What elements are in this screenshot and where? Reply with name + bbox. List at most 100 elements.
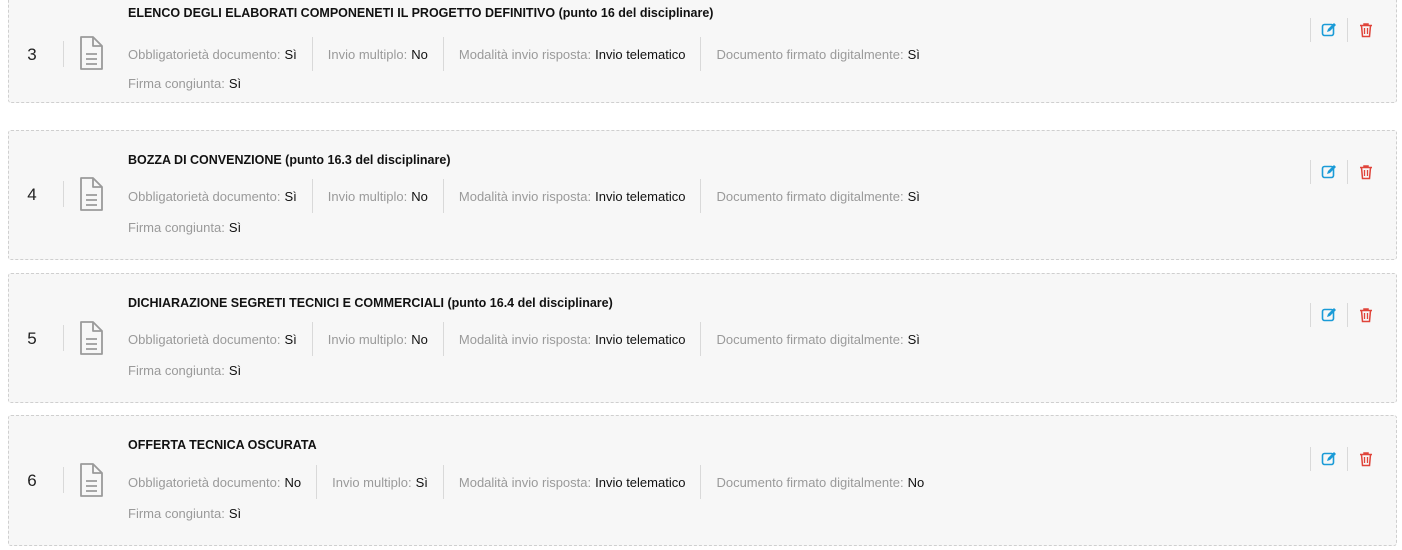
meta-value: Sì bbox=[228, 506, 242, 521]
meta-value: Sì bbox=[284, 46, 297, 62]
edit-button[interactable] bbox=[1315, 302, 1343, 328]
meta-value: Sì bbox=[228, 363, 242, 378]
document-card: 3 ELENCO DEGLI ELABORATI COMPONENETI IL … bbox=[8, 0, 1397, 103]
trash-icon bbox=[1360, 452, 1372, 467]
meta-value: Invio telematico bbox=[595, 331, 686, 347]
edit-icon bbox=[1321, 23, 1336, 37]
meta-value: No bbox=[411, 188, 428, 204]
meta-invio-multiplo: Invio multiplo: No bbox=[311, 37, 443, 71]
delete-button[interactable] bbox=[1352, 446, 1380, 472]
edit-button[interactable] bbox=[1315, 17, 1343, 43]
trash-icon bbox=[1360, 308, 1372, 323]
meta-label: Obbligatorietà documento: bbox=[128, 46, 281, 62]
delete-button[interactable] bbox=[1352, 159, 1380, 185]
meta-invio-multiplo: Invio multiplo: No bbox=[311, 179, 443, 213]
divider bbox=[1310, 447, 1311, 471]
meta-firmato: Documento firmato digitalmente: Sì bbox=[700, 179, 934, 213]
meta-value: Sì bbox=[284, 331, 297, 347]
meta-modalita: Modalità invio risposta: Invio telematico bbox=[442, 465, 701, 499]
divider bbox=[1347, 18, 1348, 42]
meta-label: Invio multiplo: bbox=[327, 331, 408, 347]
document-meta: Obbligatorietà documento: Sì Invio multip… bbox=[128, 37, 935, 71]
divider bbox=[1347, 447, 1348, 471]
meta-label: Modalità invio risposta: bbox=[458, 331, 592, 347]
meta-label: Documento firmato digitalmente: bbox=[716, 474, 904, 490]
meta-firmato: Documento firmato digitalmente: Sì bbox=[700, 322, 934, 356]
row-actions bbox=[1310, 17, 1384, 43]
meta-value: No bbox=[411, 331, 428, 347]
edit-icon bbox=[1321, 452, 1336, 466]
edit-icon bbox=[1321, 308, 1336, 322]
document-card: 5 DICHIARAZIONE SEGRETI TECNICI E COMMER… bbox=[8, 273, 1397, 403]
document-title: DICHIARAZIONE SEGRETI TECNICI E COMMERCI… bbox=[128, 296, 613, 310]
document-icon bbox=[70, 318, 110, 358]
meta-firma-congiunta: Firma congiunta: Sì bbox=[128, 363, 241, 378]
row-actions bbox=[1310, 446, 1384, 472]
meta-value: No bbox=[284, 474, 302, 490]
document-number: 5 bbox=[27, 329, 37, 348]
meta-value: Invio telematico bbox=[595, 188, 686, 204]
meta-label: Obbligatorietà documento: bbox=[128, 474, 281, 490]
meta-label: Firma congiunta: bbox=[128, 76, 225, 91]
document-card: 6 OFFERTA TECNICA OSCURATA Obbligatoriet… bbox=[8, 415, 1397, 546]
divider bbox=[63, 41, 64, 67]
edit-button[interactable] bbox=[1315, 446, 1343, 472]
meta-value: No bbox=[411, 46, 428, 62]
row-actions bbox=[1310, 302, 1384, 328]
meta-firma-congiunta: Firma congiunta: Sì bbox=[128, 220, 241, 235]
meta-modalita: Modalità invio risposta: Invio telematico bbox=[442, 322, 701, 356]
meta-modalita: Modalità invio risposta: Invio telematico bbox=[442, 37, 701, 71]
document-meta: Obbligatorietà documento: No Invio multip… bbox=[128, 465, 939, 499]
divider bbox=[1310, 18, 1311, 42]
meta-value: Sì bbox=[228, 76, 242, 91]
meta-value: Invio telematico bbox=[595, 474, 686, 490]
document-icon bbox=[70, 460, 110, 500]
trash-icon bbox=[1360, 23, 1372, 38]
trash-icon bbox=[1360, 165, 1372, 180]
meta-value: Invio telematico bbox=[595, 46, 686, 62]
divider bbox=[1310, 303, 1311, 327]
meta-label: Firma congiunta: bbox=[128, 220, 225, 235]
row-actions bbox=[1310, 159, 1384, 185]
document-list: 3 ELENCO DEGLI ELABORATI COMPONENETI IL … bbox=[0, 0, 1402, 550]
meta-label: Obbligatorietà documento: bbox=[128, 188, 281, 204]
document-number: 6 bbox=[27, 471, 37, 490]
meta-label: Documento firmato digitalmente: bbox=[716, 46, 904, 62]
document-meta: Obbligatorietà documento: Sì Invio multip… bbox=[128, 179, 935, 213]
meta-invio-multiplo: Invio multiplo: Sì bbox=[316, 465, 443, 499]
meta-label: Modalità invio risposta: bbox=[458, 46, 592, 62]
document-title: BOZZA DI CONVENZIONE (punto 16.3 del dis… bbox=[128, 153, 451, 167]
meta-firmato: Documento firmato digitalmente: Sì bbox=[700, 37, 934, 71]
meta-value: Sì bbox=[907, 331, 920, 347]
divider bbox=[63, 467, 64, 493]
delete-button[interactable] bbox=[1352, 17, 1380, 43]
edit-button[interactable] bbox=[1315, 159, 1343, 185]
meta-label: Invio multiplo: bbox=[332, 474, 412, 490]
meta-value: Sì bbox=[907, 188, 920, 204]
document-number: 4 bbox=[27, 185, 37, 204]
document-number: 3 bbox=[27, 45, 37, 64]
divider bbox=[1347, 303, 1348, 327]
meta-label: Firma congiunta: bbox=[128, 363, 225, 378]
meta-label: Firma congiunta: bbox=[128, 506, 225, 521]
meta-label: Obbligatorietà documento: bbox=[128, 331, 281, 347]
meta-value: Sì bbox=[228, 220, 242, 235]
meta-firmato: Documento firmato digitalmente: No bbox=[700, 465, 939, 499]
meta-value: Sì bbox=[284, 188, 297, 204]
divider bbox=[63, 181, 64, 207]
meta-label: Modalità invio risposta: bbox=[458, 474, 592, 490]
divider bbox=[1347, 160, 1348, 184]
meta-value: Sì bbox=[907, 46, 920, 62]
meta-invio-multiplo: Invio multiplo: No bbox=[311, 322, 443, 356]
meta-label: Invio multiplo: bbox=[327, 188, 408, 204]
document-title: OFFERTA TECNICA OSCURATA bbox=[128, 438, 317, 452]
delete-button[interactable] bbox=[1352, 302, 1380, 328]
document-title: ELENCO DEGLI ELABORATI COMPONENETI IL PR… bbox=[128, 6, 714, 20]
meta-label: Documento firmato digitalmente: bbox=[716, 331, 904, 347]
divider bbox=[1310, 160, 1311, 184]
document-meta: Obbligatorietà documento: Sì Invio multip… bbox=[128, 322, 935, 356]
meta-obbligatorieta: Obbligatorietà documento: Sì bbox=[128, 37, 312, 71]
meta-firma-congiunta: Firma congiunta: Sì bbox=[128, 76, 241, 91]
document-card: 4 BOZZA DI CONVENZIONE (punto 16.3 del d… bbox=[8, 130, 1397, 260]
meta-label: Documento firmato digitalmente: bbox=[716, 188, 904, 204]
